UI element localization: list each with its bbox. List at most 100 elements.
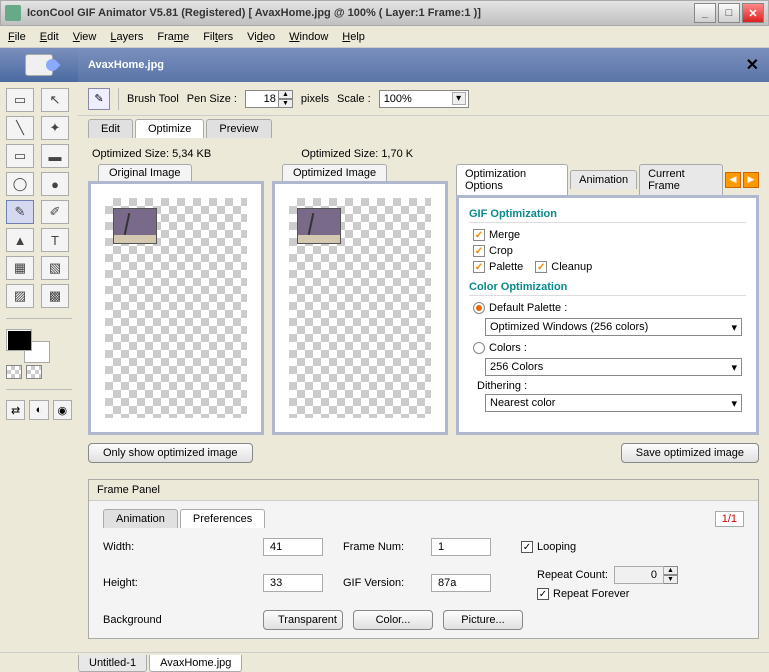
save-optimized-button[interactable]: Save optimized image	[621, 443, 759, 463]
frame-count: 1/1	[715, 511, 744, 527]
pensize-down[interactable]: ▼	[279, 99, 293, 108]
tool-gradient4[interactable]: ▩	[41, 284, 69, 308]
optimized-image-panel: Optimized Image	[272, 164, 448, 435]
palette-checkbox[interactable]: ✓	[473, 261, 485, 273]
gifversion-input[interactable]	[431, 574, 491, 592]
menu-file[interactable]: File	[8, 31, 26, 43]
tab-optimize[interactable]: Optimize	[135, 119, 204, 138]
brush-options-bar: ✎ Brush Tool Pen Size : ▲▼ pixels Scale …	[78, 82, 769, 116]
menu-edit[interactable]: Edit	[40, 31, 59, 43]
pensize-up[interactable]: ▲	[279, 90, 293, 99]
frame-panel-title: Frame Panel	[89, 480, 758, 501]
menu-help[interactable]: Help	[342, 31, 365, 43]
original-tab[interactable]: Original Image	[98, 164, 192, 181]
tool-move[interactable]: ↖	[41, 88, 69, 112]
bottom-tab-untitled[interactable]: Untitled-1	[78, 655, 147, 672]
repeatcount-input[interactable]: ▲▼	[614, 566, 678, 584]
fp-tab-preferences[interactable]: Preferences	[180, 509, 265, 528]
frame-panel: Frame Panel Animation Preferences 1/1 Wi…	[88, 479, 759, 639]
original-size-label: Optimized Size: 5,34 KB	[92, 148, 211, 160]
framenum-input[interactable]	[431, 538, 491, 556]
nav-icon-3[interactable]: ◉	[53, 400, 72, 420]
tool-brush[interactable]: ✎	[6, 200, 34, 224]
tool-rect-fill[interactable]: ▬	[41, 144, 69, 168]
height-input[interactable]	[263, 574, 323, 592]
tab-animation[interactable]: Animation	[570, 170, 637, 189]
tool-line[interactable]: ╲	[6, 116, 34, 140]
document-tabs: Untitled-1 AvaxHome.jpg	[0, 652, 769, 672]
transparent-swatch-2[interactable]	[26, 365, 42, 379]
width-input[interactable]	[263, 538, 323, 556]
optimized-thumbnail	[297, 208, 341, 244]
repeat-forever-checkbox[interactable]: ✓	[537, 588, 549, 600]
dither-select[interactable]: Nearest color▾	[485, 394, 742, 412]
transparent-swatch-1[interactable]	[6, 365, 22, 379]
color-swatches	[0, 323, 78, 385]
pixels-label: pixels	[301, 93, 329, 105]
tool-wand[interactable]: ✦	[41, 116, 69, 140]
menu-frame[interactable]: Frame	[157, 31, 189, 43]
transparent-button[interactable]: Transparent	[263, 610, 343, 630]
crop-checkbox[interactable]: ✓	[473, 245, 485, 257]
fp-tab-animation[interactable]: Animation	[103, 509, 178, 528]
tool-ellipse[interactable]: ◯	[6, 172, 34, 196]
app-icon	[5, 5, 21, 21]
tool-eyedropper[interactable]: ✐	[41, 200, 69, 224]
tool-text[interactable]: T	[41, 228, 69, 252]
tool-fill[interactable]: ▲	[6, 228, 34, 252]
tool-ellipse-fill[interactable]: ●	[41, 172, 69, 196]
tool-gradient3[interactable]: ▨	[6, 284, 34, 308]
tab-current-frame[interactable]: Current Frame	[639, 164, 723, 195]
tool-select-rect[interactable]: ▭	[6, 88, 34, 112]
menu-window[interactable]: Window	[289, 31, 328, 43]
palette-select[interactable]: Optimized Windows (256 colors)▾	[485, 318, 742, 336]
nav-icon-2[interactable]: ◐	[29, 400, 48, 420]
tool-sidebar: ▭ ↖ ╲ ✦ ▭ ▬ ◯ ● ✎ ✐ ▲ T ▦ ▧ ▨ ▩ ⇄	[0, 48, 78, 652]
menu-view[interactable]: View	[73, 31, 97, 43]
menu-video[interactable]: Video	[247, 31, 275, 43]
colors-radio[interactable]	[473, 342, 485, 354]
optimized-size-label: Optimized Size: 1,70 K	[301, 148, 413, 160]
menu-filters[interactable]: Filters	[203, 31, 233, 43]
default-palette-radio[interactable]	[473, 302, 485, 314]
document-header: AvaxHome.jpg ✕	[78, 48, 769, 82]
tab-optimization-options[interactable]: Optimization Options	[456, 164, 568, 195]
scale-select[interactable]: 100%	[379, 90, 469, 108]
minimize-button[interactable]: _	[694, 3, 716, 23]
color-button[interactable]: Color...	[353, 610, 433, 630]
colors-select[interactable]: 256 Colors▾	[485, 358, 742, 376]
optimization-panel: Optimization Options Animation Current F…	[456, 164, 759, 435]
document-close-button[interactable]: ✕	[746, 55, 759, 75]
tool-gradient2[interactable]: ▧	[41, 256, 69, 280]
cleanup-checkbox[interactable]: ✓	[535, 261, 547, 273]
tool-gradient1[interactable]: ▦	[6, 256, 34, 280]
brush-tool-label: Brush Tool	[127, 93, 179, 105]
document-name: AvaxHome.jpg	[88, 59, 164, 71]
only-show-optimized-button[interactable]: Only show optimized image	[88, 443, 253, 463]
nav-prev-icon[interactable]: ◀	[725, 172, 741, 188]
tool-rect[interactable]: ▭	[6, 144, 34, 168]
maximize-button[interactable]: □	[718, 3, 740, 23]
foreground-color-swatch[interactable]	[6, 329, 32, 351]
tab-preview[interactable]: Preview	[206, 119, 271, 138]
pensize-label: Pen Size :	[187, 93, 237, 105]
tab-edit[interactable]: Edit	[88, 119, 133, 138]
nav-next-icon[interactable]: ▶	[743, 172, 759, 188]
looping-checkbox[interactable]: ✓	[521, 541, 533, 553]
menu-layers[interactable]: Layers	[110, 31, 143, 43]
pensize-input[interactable]: ▲▼	[245, 90, 293, 108]
close-button[interactable]: ✕	[742, 3, 764, 23]
main-tabs: Edit Optimize Preview	[78, 116, 769, 138]
picture-button[interactable]: Picture...	[443, 610, 523, 630]
original-canvas	[105, 198, 247, 418]
nav-icon-1[interactable]: ⇄	[6, 400, 25, 420]
brush-icon-small[interactable]: ✎	[88, 88, 110, 110]
main-menubar: File Edit View Layers Frame Filters Vide…	[0, 26, 769, 48]
bottom-tab-avaxhome[interactable]: AvaxHome.jpg	[149, 655, 242, 672]
optimized-canvas	[289, 198, 431, 418]
optimized-tab[interactable]: Optimized Image	[282, 164, 387, 181]
window-titlebar: IconCool GIF Animator V5.81 (Registered)…	[0, 0, 769, 26]
original-image-panel: Original Image	[88, 164, 264, 435]
merge-checkbox[interactable]: ✓	[473, 229, 485, 241]
brush-icon	[25, 54, 53, 76]
